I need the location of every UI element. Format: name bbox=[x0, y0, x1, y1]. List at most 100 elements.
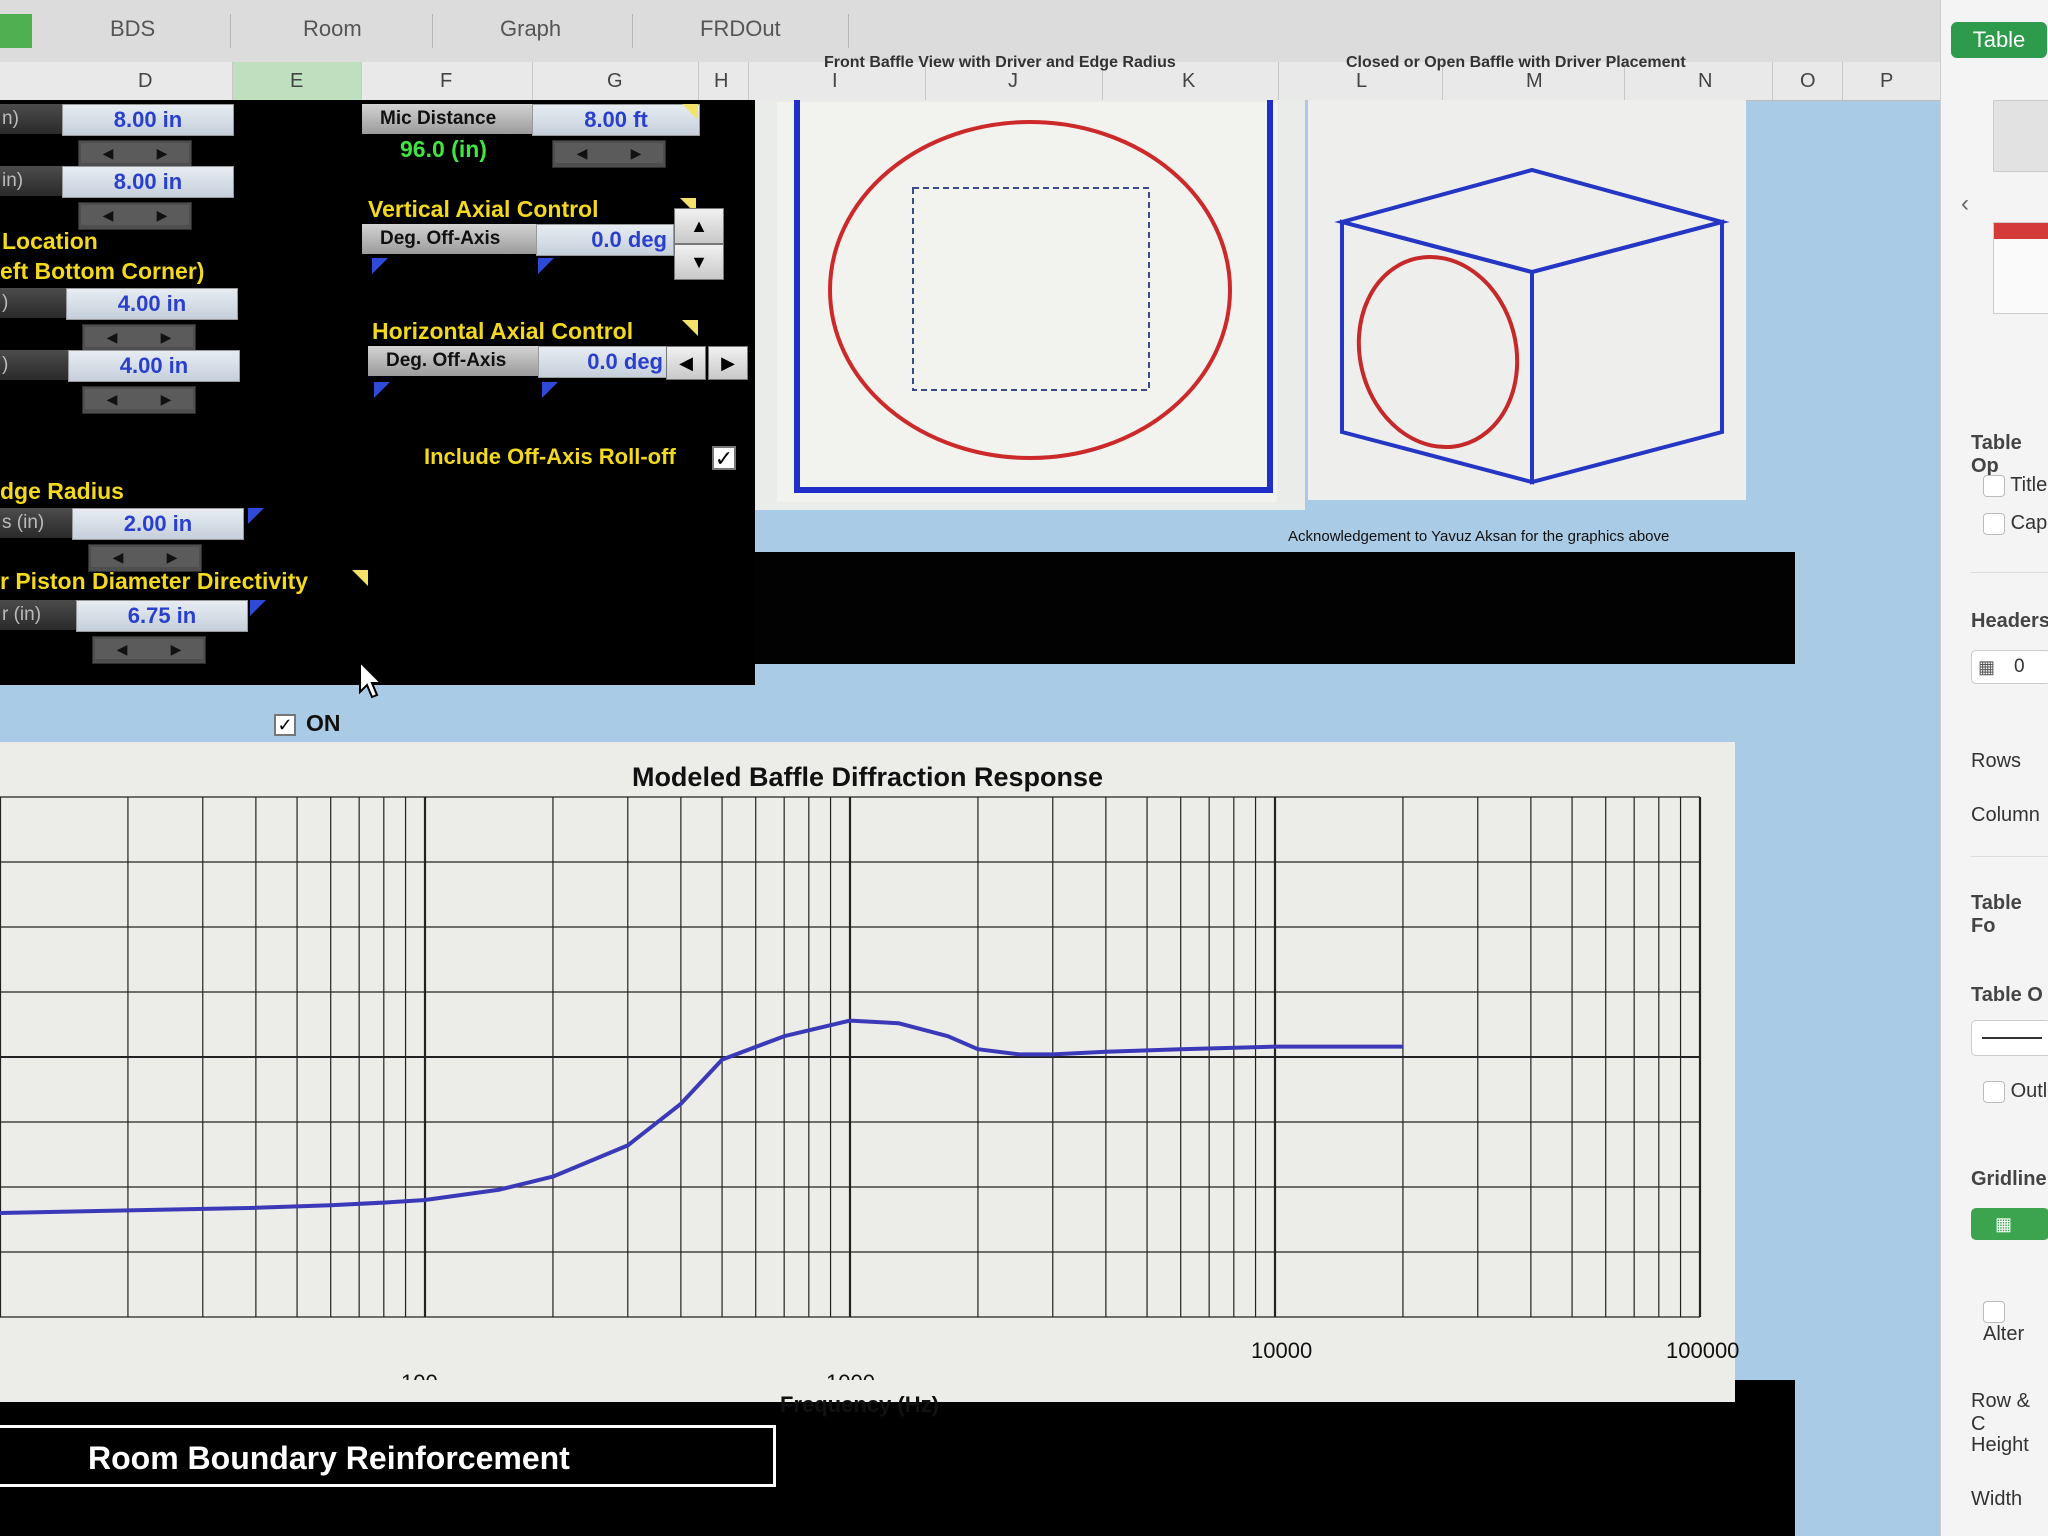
format-sidebar: Table ‹ Table Op Title Cap Headers ▦ 0 R… bbox=[1940, 0, 2048, 1536]
alternating-option-label: Alter bbox=[1983, 1323, 2025, 1345]
response-line bbox=[0, 1018, 1403, 1215]
outline-option[interactable]: Outl bbox=[1983, 1080, 2047, 1103]
column-o[interactable]: O bbox=[1800, 70, 1816, 93]
horizontal-off-axis-label: Deg. Off-Axis bbox=[368, 346, 538, 376]
headers-value: 0 bbox=[2014, 656, 2025, 677]
column-i[interactable]: I bbox=[832, 70, 838, 93]
rolloff-checkbox[interactable]: ✓ bbox=[712, 446, 736, 470]
vertical-up-button[interactable]: ▲ bbox=[674, 208, 724, 244]
tab-bds[interactable]: BDS bbox=[110, 16, 155, 42]
chevron-left-icon[interactable]: ‹ bbox=[1961, 190, 1969, 218]
x-axis-label-visible: Frequency (Hz) bbox=[780, 1392, 939, 1417]
column-separator bbox=[698, 62, 699, 100]
mic-distance-spinner[interactable]: ◀ ▶ bbox=[552, 140, 666, 168]
column-g[interactable]: G bbox=[607, 70, 623, 93]
headers-control[interactable]: ▦ 0 bbox=[1971, 650, 2048, 684]
piston-field[interactable]: 6.75 in bbox=[76, 600, 248, 632]
comment-flag bbox=[374, 382, 390, 398]
vertical-off-axis-field[interactable]: 0.0 deg bbox=[536, 224, 674, 256]
vertical-axial-heading: Vertical Axial Control bbox=[368, 196, 599, 222]
horizontal-axial-heading: Horizontal Axial Control bbox=[372, 318, 634, 344]
comment-flag bbox=[372, 258, 388, 274]
on-checkbox[interactable]: ✓ bbox=[274, 714, 296, 736]
title-option-label: Title bbox=[2010, 474, 2048, 496]
mic-distance-label: Mic Distance bbox=[362, 104, 532, 134]
horizontal-off-axis-field[interactable]: 0.0 deg bbox=[538, 346, 670, 378]
comment-flag bbox=[538, 258, 554, 274]
comment-flag bbox=[248, 508, 264, 524]
divider bbox=[1971, 856, 2048, 857]
height-spinner[interactable]: ◀ ▶ bbox=[78, 202, 192, 230]
vertical-off-axis-label: Deg. Off-Axis bbox=[362, 224, 536, 254]
table-outline-label: Table O bbox=[1971, 984, 2043, 1006]
caption-option-label: Cap bbox=[2010, 512, 2048, 534]
piston-spinner[interactable]: ◀ ▶ bbox=[92, 636, 206, 664]
column-k[interactable]: K bbox=[1182, 70, 1195, 93]
column-e[interactable]: E bbox=[290, 70, 303, 93]
edge-radius-field[interactable]: 2.00 in bbox=[72, 508, 244, 540]
location-x-spinner[interactable]: ◀ ▶ bbox=[82, 324, 196, 352]
tab-separator bbox=[432, 14, 433, 48]
on-label: ON bbox=[306, 710, 341, 736]
table-style-thumb[interactable] bbox=[1993, 100, 2048, 172]
location-y-field[interactable]: 4.00 in bbox=[68, 350, 240, 382]
vertical-down-button[interactable]: ▼ bbox=[674, 244, 724, 280]
width-spinner[interactable]: ◀ ▶ bbox=[78, 140, 192, 168]
outline-style-control[interactable] bbox=[1971, 1020, 2048, 1056]
mic-distance-inches: 96.0 (in) bbox=[400, 136, 487, 162]
table-button[interactable]: Table bbox=[1951, 22, 2047, 58]
column-l[interactable]: L bbox=[1356, 70, 1367, 93]
rolloff-label: Include Off-Axis Roll-off bbox=[424, 444, 676, 469]
box-baffle-drawing bbox=[1308, 100, 1746, 500]
column-d[interactable]: D bbox=[138, 70, 152, 93]
column-separator bbox=[748, 62, 749, 100]
comment-flag bbox=[250, 600, 266, 616]
headers-label: Headers bbox=[1971, 610, 2048, 632]
horizontal-left-button[interactable]: ◀ bbox=[666, 346, 706, 380]
gridlines-icon[interactable]: ▦ bbox=[1971, 1208, 2048, 1240]
location-y-label: ) bbox=[0, 350, 70, 380]
columns-label: Column bbox=[1971, 804, 2040, 826]
comment-flag bbox=[682, 320, 698, 336]
column-m[interactable]: M bbox=[1526, 70, 1543, 93]
edge-radius-label: s (in) bbox=[0, 508, 74, 538]
column-separator bbox=[232, 62, 233, 100]
horizontal-right-button[interactable]: ▶ bbox=[708, 346, 748, 380]
tab-graph[interactable]: Graph bbox=[500, 16, 561, 42]
column-p[interactable]: P bbox=[1880, 70, 1893, 93]
piston-label: r (in) bbox=[0, 600, 78, 630]
front-baffle-drawing bbox=[755, 100, 1305, 562]
front-baffle-title: Front Baffle View with Driver and Edge R… bbox=[824, 54, 1176, 71]
table-style-thumb-red[interactable] bbox=[1993, 222, 2048, 314]
title-option[interactable]: Title bbox=[1983, 474, 2047, 497]
column-f[interactable]: F bbox=[440, 70, 452, 93]
location-x-field[interactable]: 4.00 in bbox=[66, 288, 238, 320]
caption-option[interactable]: Cap bbox=[1983, 512, 2047, 535]
location-y-spinner[interactable]: ◀ ▶ bbox=[82, 386, 196, 414]
tab-frdout[interactable]: FRDOut bbox=[700, 16, 781, 42]
column-separator bbox=[361, 62, 362, 100]
column-h[interactable]: H bbox=[714, 70, 728, 93]
x-tick-label: 10000 bbox=[1251, 1338, 1313, 1363]
mouse-cursor-icon bbox=[359, 660, 384, 699]
width-label: n) bbox=[0, 104, 64, 134]
column-n[interactable]: N bbox=[1698, 70, 1712, 93]
row-col-label: Row & C bbox=[1971, 1390, 2030, 1435]
active-tab-indicator bbox=[0, 14, 32, 48]
alternating-option[interactable]: Alter bbox=[1983, 1300, 2048, 1346]
room-boundary-section[interactable]: Room Boundary Reinforcement bbox=[0, 1425, 776, 1487]
height-field[interactable]: 8.00 in bbox=[62, 166, 234, 198]
tab-room[interactable]: Room bbox=[303, 16, 362, 42]
column-separator bbox=[1772, 62, 1773, 100]
control-panel: n) 8.00 in ◀ ▶ in) 8.00 in ◀ ▶ Location ef… bbox=[0, 100, 755, 685]
divider bbox=[1971, 572, 2048, 573]
column-separator bbox=[1278, 62, 1279, 100]
table-grid-icon: ▦ bbox=[1978, 657, 1996, 677]
mic-distance-field[interactable]: 8.00 ft bbox=[532, 104, 700, 136]
column-j[interactable]: J bbox=[1008, 70, 1018, 93]
front-baffle-view bbox=[755, 100, 1305, 562]
width-field[interactable]: 8.00 in bbox=[62, 104, 234, 136]
table-font-label: Table Fo bbox=[1971, 892, 2022, 937]
edge-radius-heading: dge Radius bbox=[0, 478, 124, 504]
rows-label: Rows bbox=[1971, 750, 2022, 772]
